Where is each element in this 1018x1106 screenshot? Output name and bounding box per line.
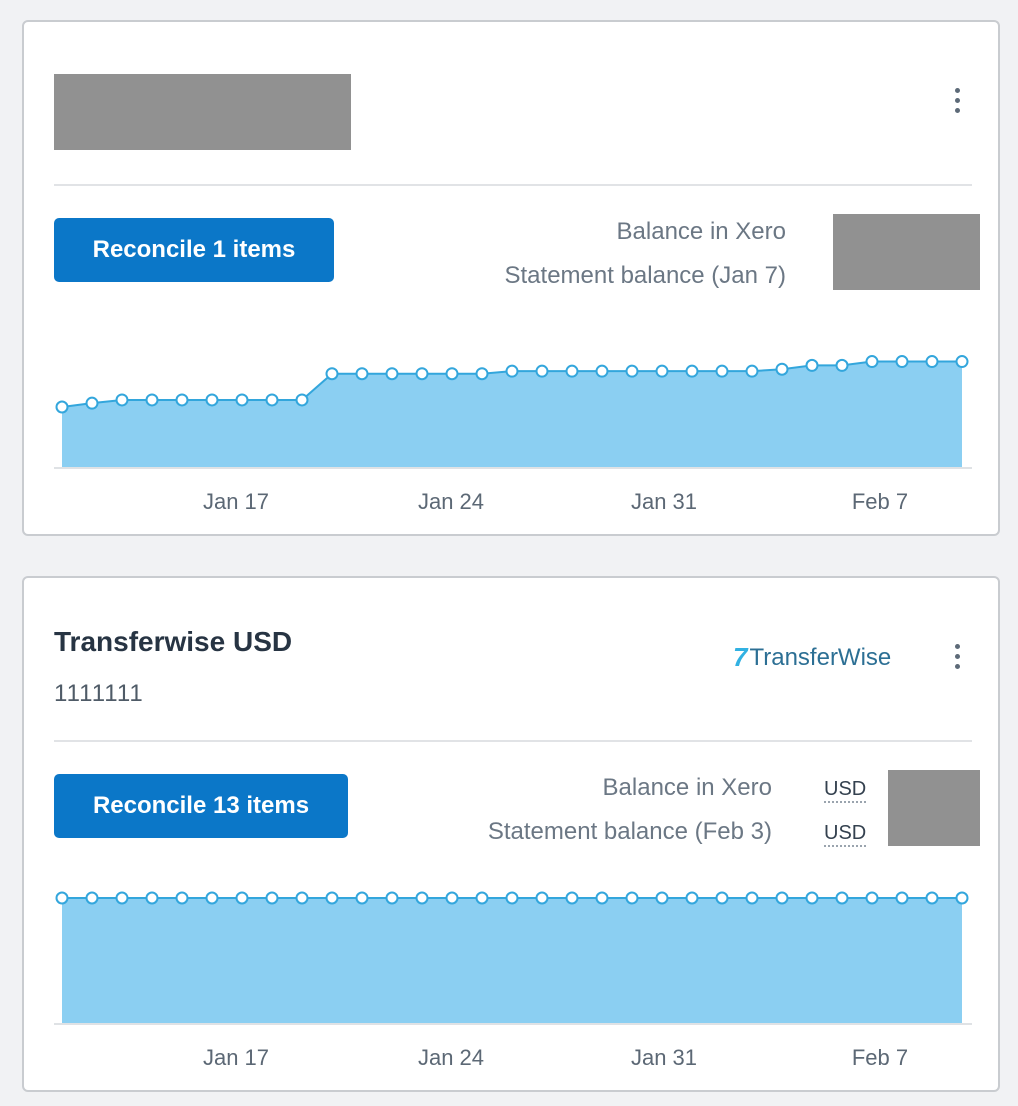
chart-point[interactable] — [925, 355, 939, 369]
chart-point[interactable] — [475, 891, 489, 905]
chart-point[interactable] — [205, 891, 219, 905]
chart-point[interactable] — [145, 891, 159, 905]
transferwise-flag-icon: 7 — [733, 642, 748, 672]
chart-point[interactable] — [145, 393, 159, 407]
chart-point[interactable] — [415, 891, 429, 905]
currency-code[interactable]: USD — [824, 778, 867, 803]
chart-point[interactable] — [775, 362, 789, 376]
chart-point[interactable] — [955, 355, 969, 369]
more-options-icon[interactable] — [951, 640, 963, 672]
chart-point[interactable] — [115, 393, 129, 407]
chart-point[interactable] — [715, 891, 729, 905]
chart-point[interactable] — [865, 355, 879, 369]
chart-point[interactable] — [625, 891, 639, 905]
reconcile-button[interactable]: Reconcile 1 items — [54, 218, 334, 282]
chart-point[interactable] — [835, 358, 849, 372]
x-tick-label: Feb 7 — [852, 489, 908, 514]
chart-point[interactable] — [85, 891, 99, 905]
chart-point[interactable] — [865, 891, 879, 905]
chart-point[interactable] — [355, 367, 369, 381]
chart-point[interactable] — [55, 891, 69, 905]
chart-point[interactable] — [895, 891, 909, 905]
x-tick-label: Jan 17 — [203, 489, 269, 514]
chart-point[interactable] — [175, 891, 189, 905]
x-tick-label: Jan 24 — [418, 489, 484, 514]
chart-point[interactable] — [85, 396, 99, 410]
chart-point[interactable] — [355, 891, 369, 905]
chart-point[interactable] — [625, 364, 639, 378]
chart-point[interactable] — [505, 891, 519, 905]
account-name[interactable]: Transferwise USD — [54, 626, 292, 658]
chart-point[interactable] — [535, 364, 549, 378]
chart-point[interactable] — [265, 393, 279, 407]
chart-point[interactable] — [235, 393, 249, 407]
balance-chart: Jan 17 Jan 24 Jan 31 Feb 7 — [54, 355, 972, 514]
chart-point[interactable] — [655, 364, 669, 378]
chart-point[interactable] — [385, 891, 399, 905]
balance-chart: Jan 17 Jan 24 Jan 31 Feb 7 — [54, 891, 972, 1070]
chart-point[interactable] — [55, 400, 69, 414]
chart-point[interactable] — [445, 367, 459, 381]
chart-point[interactable] — [205, 393, 219, 407]
chart-point[interactable] — [805, 358, 819, 372]
bank-account-card: Transferwise USD 1111111 7 TransferWise … — [22, 576, 1000, 1092]
statement-balance-label: Statement balance (Jan 7) — [504, 262, 787, 289]
balance-in-xero-label: Balance in Xero — [602, 774, 772, 801]
reconcile-button[interactable]: Reconcile 13 items — [54, 774, 348, 838]
chart-point[interactable] — [745, 891, 759, 905]
balance-in-xero-label: Balance in Xero — [616, 218, 786, 245]
chart-point[interactable] — [325, 367, 339, 381]
chart-point[interactable] — [295, 393, 309, 407]
chart-area — [62, 898, 962, 1023]
divider — [54, 184, 972, 186]
chart-point[interactable] — [895, 355, 909, 369]
chart-point[interactable] — [655, 891, 669, 905]
chart-point[interactable] — [955, 891, 969, 905]
chart-point[interactable] — [265, 891, 279, 905]
chart-point[interactable] — [775, 891, 789, 905]
chart-point[interactable] — [565, 891, 579, 905]
redacted-balance — [833, 214, 980, 290]
chart-point[interactable] — [595, 364, 609, 378]
chart-point[interactable] — [115, 891, 129, 905]
chart-point[interactable] — [505, 364, 519, 378]
chart-point[interactable] — [925, 891, 939, 905]
more-options-icon[interactable] — [951, 84, 963, 116]
chart-point[interactable] — [475, 367, 489, 381]
x-tick-label: Feb 7 — [852, 1045, 908, 1070]
chart-point[interactable] — [685, 891, 699, 905]
chart-point[interactable] — [715, 364, 729, 378]
chart-point[interactable] — [175, 393, 189, 407]
redacted-balance — [888, 770, 980, 846]
divider — [54, 740, 972, 742]
chart-point[interactable] — [415, 367, 429, 381]
transferwise-logo: 7 TransferWise — [733, 642, 891, 673]
statement-balance-label: Statement balance (Feb 3) — [487, 818, 772, 845]
chart-point[interactable] — [745, 364, 759, 378]
redacted-account-name — [54, 74, 351, 150]
chart-point[interactable] — [805, 891, 819, 905]
chart-point[interactable] — [385, 367, 399, 381]
chart-point[interactable] — [565, 364, 579, 378]
bank-account-card: Reconcile 1 items Balance in Xero Statem… — [22, 20, 1000, 536]
x-tick-label: Jan 24 — [418, 1045, 484, 1070]
chart-point[interactable] — [685, 364, 699, 378]
chart-point[interactable] — [235, 891, 249, 905]
chart-point[interactable] — [535, 891, 549, 905]
chart-point[interactable] — [595, 891, 609, 905]
chart-point[interactable] — [835, 891, 849, 905]
chart-point[interactable] — [295, 891, 309, 905]
currency-code[interactable]: USD — [824, 822, 867, 847]
transferwise-logo-text: TransferWise — [749, 643, 892, 671]
account-number: 1111111 — [54, 680, 144, 707]
chart-point[interactable] — [325, 891, 339, 905]
x-tick-label: Jan 31 — [631, 1045, 697, 1070]
chart-point[interactable] — [445, 891, 459, 905]
x-tick-label: Jan 17 — [203, 1045, 269, 1070]
x-tick-label: Jan 31 — [631, 489, 697, 514]
